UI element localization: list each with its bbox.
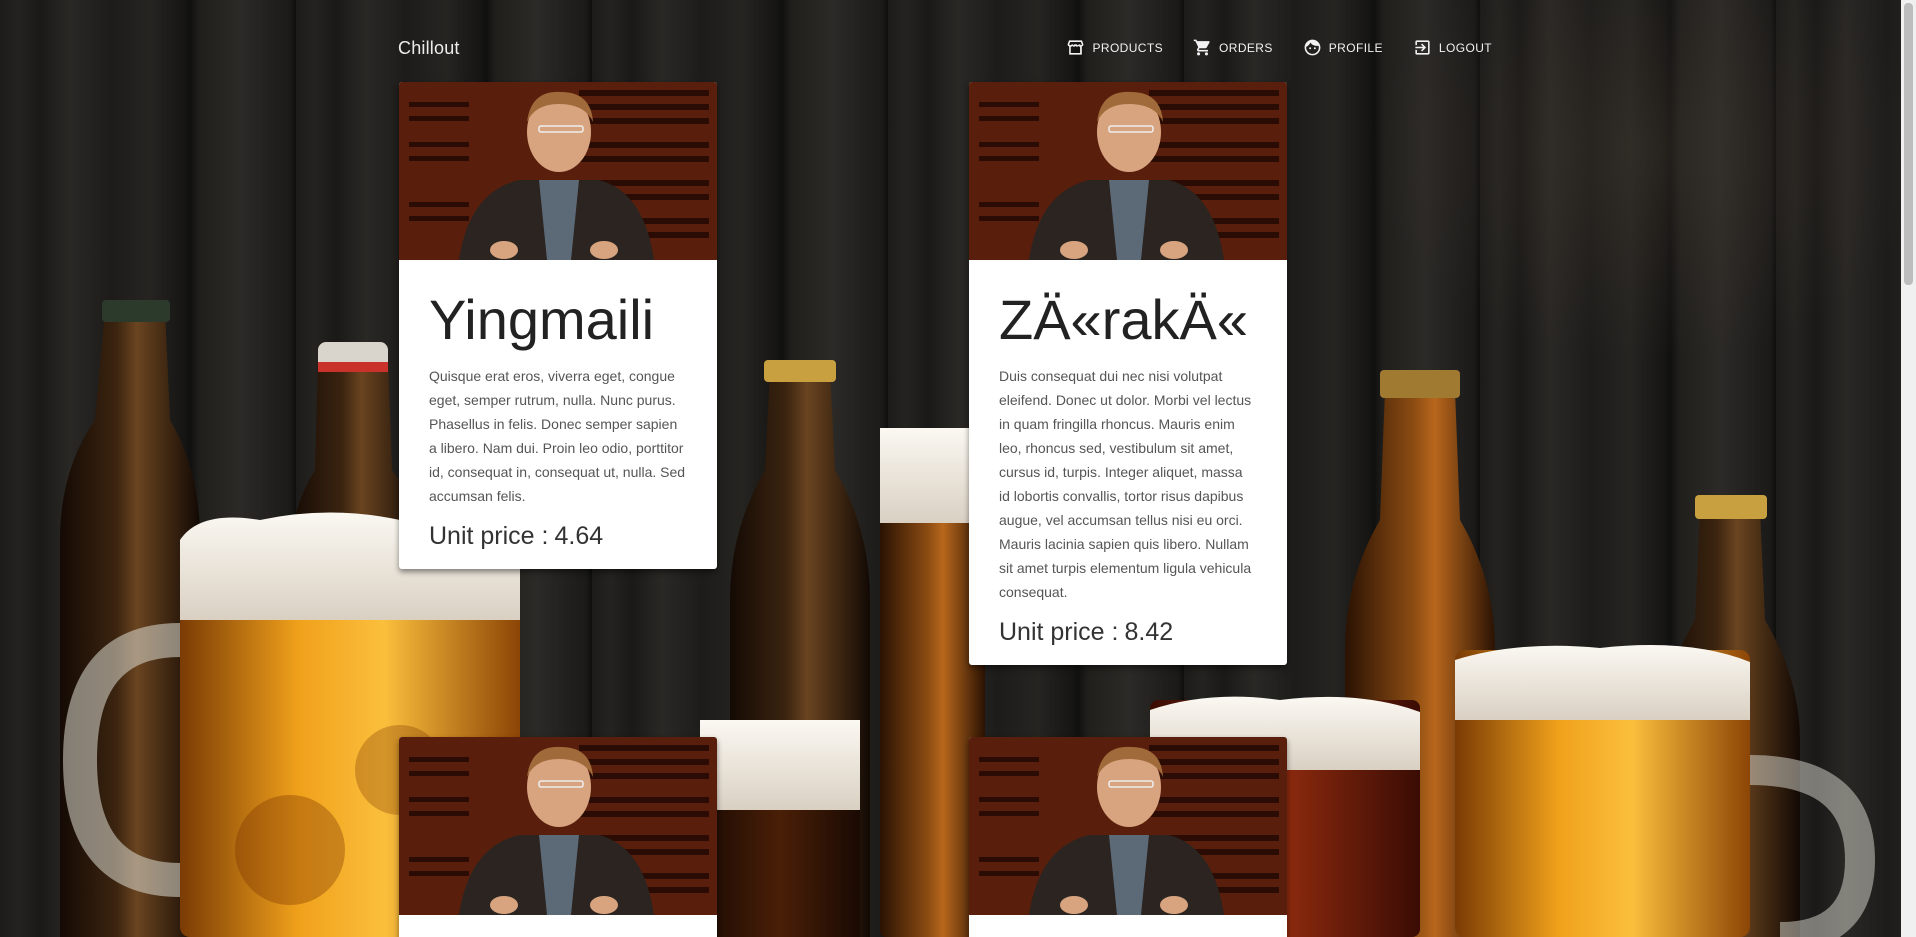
brand-logo[interactable]: Chillout	[398, 38, 460, 59]
nav-logout-label: LOGOUT	[1438, 40, 1492, 55]
product-image	[399, 82, 717, 260]
price-label: Unit price :	[999, 618, 1119, 646]
cart-icon	[1193, 39, 1210, 56]
product-price: Unit price :8.42	[999, 618, 1257, 647]
product-price: Unit price :4.64	[429, 522, 687, 551]
product-card[interactable]: ZÄ«rakÄ« Duis consequat dui nec nisi vol…	[969, 82, 1287, 665]
product-title: Yingmaili	[429, 288, 655, 351]
product-description: Duis consequat dui nec nisi volutpat ele…	[999, 368, 1252, 600]
product-image	[969, 82, 1287, 260]
nav-products[interactable]: PRODUCTS	[1066, 38, 1163, 57]
price-value: 8.42	[1124, 618, 1174, 646]
card-body: ZÄ«rakÄ« Duis consequat dui nec nisi vol…	[969, 260, 1287, 665]
scrollbar-thumb[interactable]	[1904, 3, 1913, 285]
price-label: Unit price :	[429, 522, 549, 550]
product-card[interactable]: Yingmaili Quisque erat eros, viverra ege…	[399, 82, 717, 569]
product-description: Quisque erat eros, viverra eget, congue …	[429, 368, 686, 504]
store-icon	[1068, 40, 1084, 55]
beer-background-image	[60, 300, 1876, 937]
card-body: Yingmaili Quisque erat eros, viverra ege…	[399, 260, 717, 569]
nav-logout[interactable]: LOGOUT	[1413, 38, 1492, 57]
nav-menu: PRODUCTS ORDERS PROFILE LOGOUT	[1066, 38, 1492, 57]
nav-products-label: PRODUCTS	[1092, 40, 1164, 55]
vertical-scrollbar[interactable]	[1901, 0, 1916, 937]
product-image	[399, 737, 717, 915]
product-title: ZÄ«rakÄ«	[999, 288, 1248, 351]
nav-profile-label: PROFILE	[1328, 40, 1383, 55]
face-icon	[1304, 39, 1321, 56]
top-navbar: Chillout PRODUCTS ORDERS PROFILE LOGOUT	[398, 30, 1492, 70]
nav-orders-label: ORDERS	[1219, 40, 1273, 55]
logout-icon	[1415, 40, 1430, 55]
product-card[interactable]	[969, 737, 1287, 937]
price-value: 4.64	[554, 522, 604, 550]
product-image	[969, 737, 1287, 915]
page: Chillout PRODUCTS ORDERS PROFILE LOGOUT …	[0, 0, 1916, 937]
nav-orders[interactable]: ORDERS	[1193, 38, 1273, 57]
product-card[interactable]	[399, 737, 717, 937]
nav-profile[interactable]: PROFILE	[1303, 38, 1383, 57]
